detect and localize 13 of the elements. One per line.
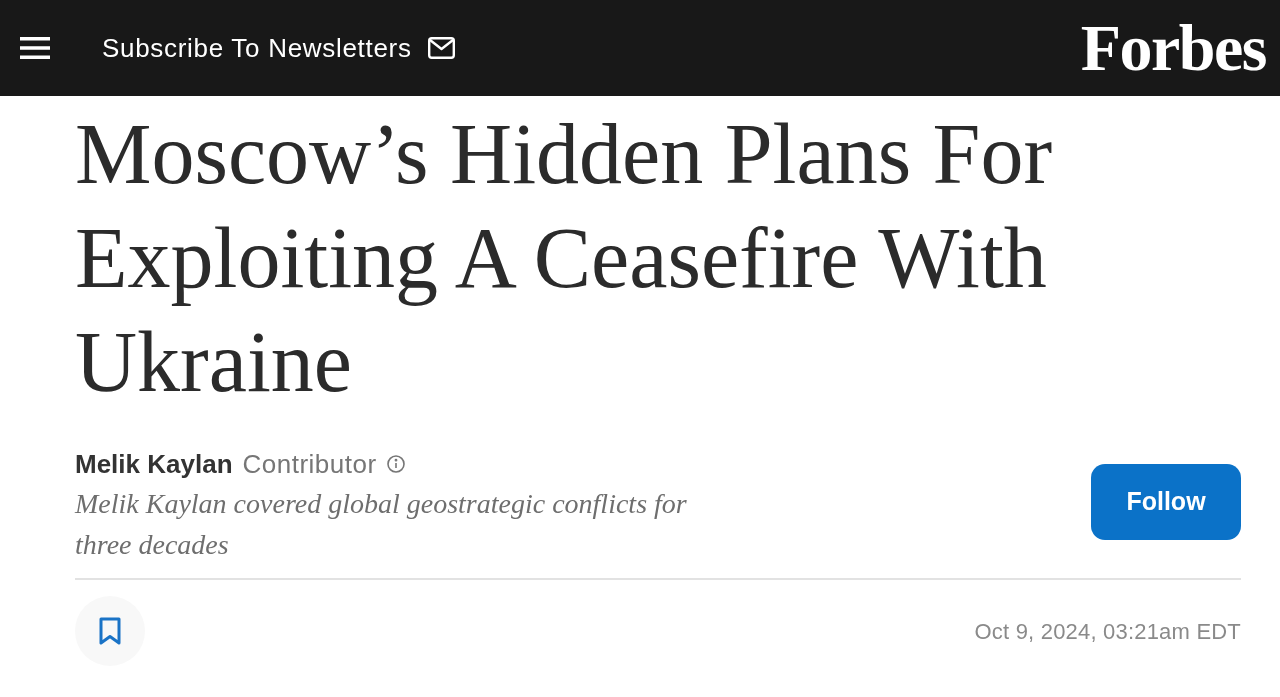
author-role: Contributor [242,449,377,479]
article-headline: Moscow’s Hidden Plans For Exploiting A Ceasefire With Ukraine [75,105,1054,412]
info-icon[interactable] [386,455,405,473]
mail-icon [427,37,455,59]
bookmark-icon [99,617,121,645]
menu-button[interactable] [20,37,50,59]
newsletter-link[interactable]: Subscribe To Newsletters [102,28,455,68]
author-link[interactable]: Melik Kaylan [75,449,233,479]
publish-date: Oct 9, 2024, 03:21am EDT [974,617,1241,646]
site-logo[interactable]: Forbes [1080,15,1266,81]
author-bio: Melik Kaylan covered global geostrategic conflicts for three decades [75,487,688,562]
follow-button[interactable]: Follow [1091,464,1241,540]
menu-icon [20,37,50,59]
